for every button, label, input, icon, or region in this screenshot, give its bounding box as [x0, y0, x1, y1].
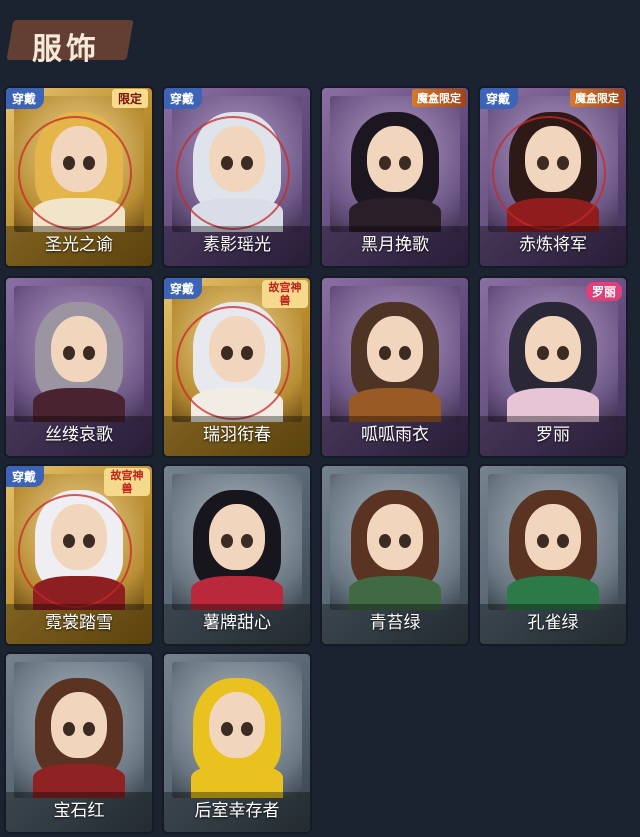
costume-name: 丝缕哀歌 [45, 425, 113, 445]
costume-portrait [14, 662, 144, 798]
worn-ring-icon [176, 116, 290, 230]
portrait-face [209, 691, 265, 758]
costume-name: 呱呱雨衣 [361, 425, 429, 445]
costume-card[interactable]: 薯牌甜心 [164, 466, 310, 644]
costume-name: 素影瑶光 [203, 235, 271, 255]
costume-card[interactable]: 穿戴 限定圣光之谕 [6, 88, 152, 266]
costume-card[interactable]: 宝石红 [6, 654, 152, 832]
worn-badge: 穿戴 [6, 88, 45, 109]
costume-card[interactable]: 罗丽 罗丽 [480, 278, 626, 456]
costume-name: 圣光之谕 [45, 235, 113, 255]
portrait-eye [83, 722, 95, 737]
worn-ring-icon [18, 116, 132, 230]
portrait-eye [241, 534, 253, 549]
portrait-face [367, 125, 423, 192]
costume-portrait [330, 96, 460, 232]
costume-portrait [330, 286, 460, 422]
costume-card[interactable]: 青苔绿 [322, 466, 468, 644]
portrait-eye [399, 534, 411, 549]
box-limited-badge: 魔盒限定 [412, 89, 466, 107]
costume-portrait [172, 662, 302, 798]
portrait-eye [241, 722, 253, 737]
costume-name: 孔雀绿 [527, 613, 579, 633]
costume-portrait [172, 474, 302, 610]
palace-beast-badge: 故宫神兽 [262, 280, 308, 308]
costume-card[interactable]: 丝缕哀歌 [6, 278, 152, 456]
costume-card[interactable]: 呱呱雨衣 [322, 278, 468, 456]
costume-card[interactable]: 穿戴 故宫神兽霓裳踏雪 [6, 466, 152, 644]
luoli-badge: 罗丽 [585, 282, 622, 301]
portrait-eye [83, 346, 95, 361]
portrait-eye [221, 722, 233, 737]
costume-name: 青苔绿 [369, 613, 421, 633]
worn-ring-icon [492, 116, 606, 230]
costume-portrait [488, 286, 618, 422]
costume-card[interactable]: 魔盒限定黑月挽歌 [322, 88, 468, 266]
portrait-eye [379, 346, 391, 361]
portrait-eye [379, 534, 391, 549]
portrait-eye [221, 534, 233, 549]
box-limited-badge: 魔盒限定 [570, 89, 624, 107]
page-title: 服饰 [32, 32, 100, 67]
costume-name: 黑月挽歌 [361, 235, 429, 255]
portrait-eye [557, 534, 569, 549]
portrait-eye [379, 156, 391, 171]
portrait-face [525, 315, 581, 382]
worn-badge: 穿戴 [6, 466, 45, 487]
costume-name: 宝石红 [53, 801, 105, 821]
costume-name: 赤炼将军 [519, 235, 587, 255]
portrait-eye [399, 156, 411, 171]
worn-badge: 穿戴 [480, 88, 519, 109]
portrait-face [367, 503, 423, 570]
palace-beast-badge: 故宫神兽 [104, 468, 150, 496]
costume-card[interactable]: 后室幸存者 [164, 654, 310, 832]
costume-name: 薯牌甜心 [203, 613, 271, 633]
section-header: 服饰 [6, 12, 140, 68]
costume-name: 霓裳踏雪 [45, 613, 113, 633]
worn-ring-icon [176, 306, 290, 420]
portrait-eye [63, 722, 75, 737]
costume-card[interactable]: 穿戴素影瑶光 [164, 88, 310, 266]
portrait-face [525, 503, 581, 570]
costume-portrait [330, 474, 460, 610]
costume-portrait [14, 286, 144, 422]
portrait-face [51, 315, 107, 382]
costume-card[interactable]: 孔雀绿 [480, 466, 626, 644]
portrait-eye [63, 346, 75, 361]
worn-ring-icon [18, 494, 132, 608]
costume-portrait [488, 474, 618, 610]
worn-badge: 穿戴 [164, 278, 203, 299]
portrait-eye [399, 346, 411, 361]
portrait-face [367, 315, 423, 382]
portrait-face [209, 503, 265, 570]
costume-name: 罗丽 [536, 425, 570, 445]
costume-card[interactable]: 穿戴 故宫神兽瑞羽衔春 [164, 278, 310, 456]
worn-badge: 穿戴 [164, 88, 203, 109]
costume-name: 瑞羽衔春 [203, 425, 271, 445]
portrait-face [51, 691, 107, 758]
limited-badge: 限定 [111, 89, 148, 108]
costume-name: 后室幸存者 [194, 801, 280, 821]
portrait-eye [537, 534, 549, 549]
portrait-eye [557, 346, 569, 361]
portrait-eye [537, 346, 549, 361]
costume-card[interactable]: 穿戴 魔盒限定赤炼将军 [480, 88, 626, 266]
